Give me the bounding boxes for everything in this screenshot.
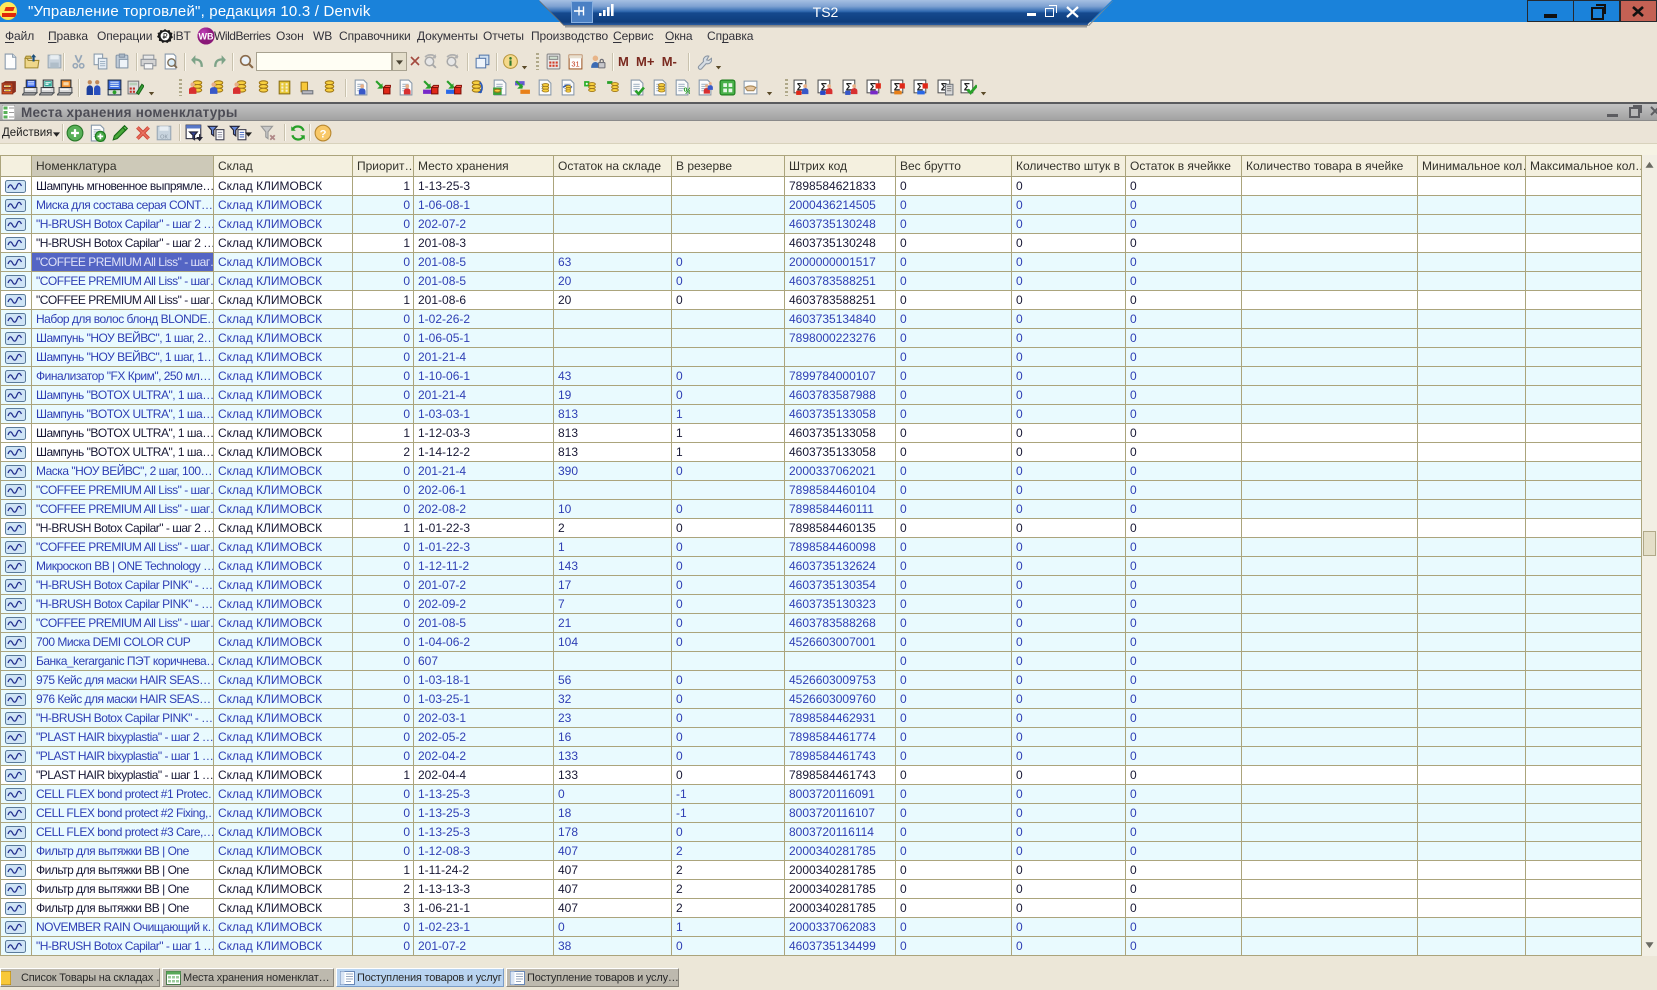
svg-text:%: % (684, 86, 690, 96)
svg-text:ОК: ОК (160, 135, 168, 141)
svg-text:₽: ₽ (162, 32, 167, 41)
svg-text:WB: WB (199, 32, 214, 42)
svg-text:31: 31 (571, 59, 579, 68)
svg-text:?: ? (320, 129, 327, 141)
